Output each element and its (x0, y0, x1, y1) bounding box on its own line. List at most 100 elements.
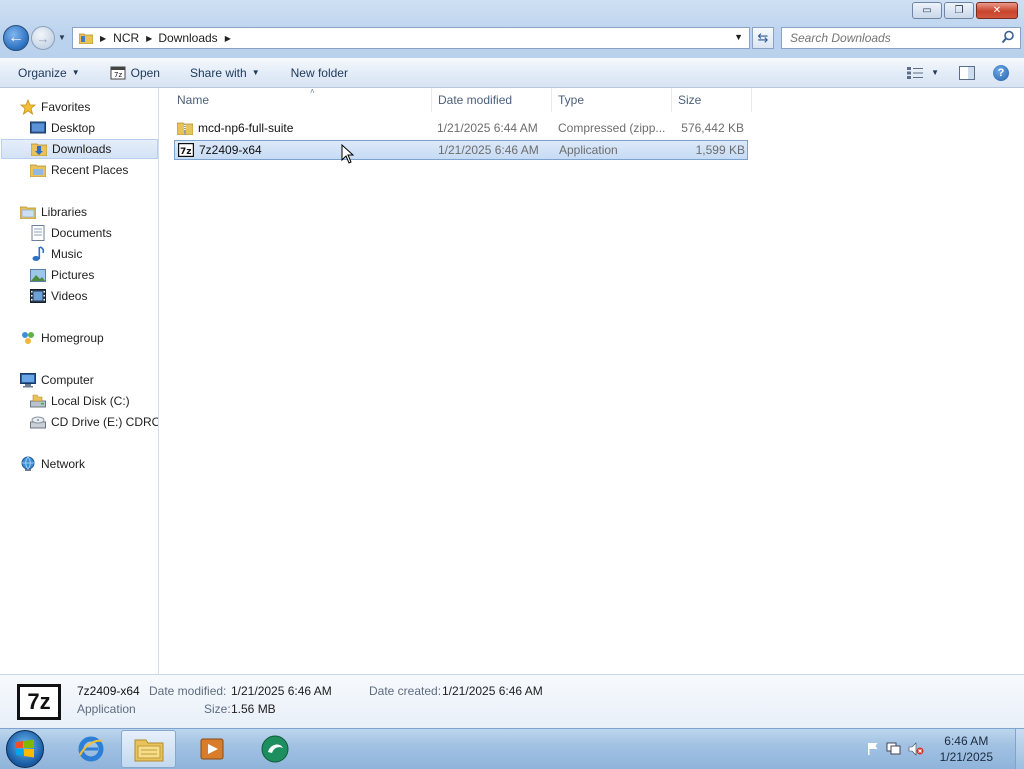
address-bar[interactable]: ▶ NCR ▶ Downloads ▶ ▼ (72, 27, 750, 49)
column-header-date-modified[interactable]: Date modified (432, 88, 552, 112)
computer-icon (20, 372, 36, 388)
nav-label: Homegroup (41, 331, 104, 345)
preview-pane-icon (959, 65, 975, 80)
nav-recent-places[interactable]: Recent Places (0, 160, 128, 180)
column-header-name[interactable]: Name ˄ (171, 87, 432, 112)
new-folder-button[interactable]: New folder (291, 66, 348, 80)
nav-label: Documents (51, 226, 112, 240)
clock[interactable]: 6:46 AM 1/21/2025 (940, 733, 993, 765)
details-date-modified-label: Date modified: (149, 684, 227, 698)
nav-pictures[interactable]: Pictures (0, 265, 94, 285)
address-dropdown-icon[interactable]: ▼ (734, 32, 743, 42)
taskbar-media-player[interactable] (187, 730, 237, 768)
refresh-button[interactable]: ⇆ (752, 27, 774, 49)
breadcrumb-downloads[interactable]: Downloads ▶ (155, 31, 234, 45)
nav-label: Music (51, 247, 83, 261)
close-icon: ✕ (992, 5, 1002, 16)
close-button[interactable]: ✕ (976, 2, 1018, 19)
minimize-button[interactable]: ▭ (912, 2, 942, 19)
breadcrumb-separator-icon[interactable]: ▶ (146, 34, 152, 43)
sort-ascending-icon: ˄ (310, 87, 315, 96)
minimize-icon: ▭ (922, 5, 932, 16)
maximize-button[interactable]: ❐ (944, 2, 974, 19)
share-with-label: Share with (189, 65, 247, 80)
details-date-modified: 1/21/2025 6:46 AM (231, 684, 332, 698)
windows-explorer-icon (134, 739, 163, 762)
nav-desktop[interactable]: Desktop (0, 118, 95, 138)
open-button[interactable]: 7z Open (110, 66, 160, 80)
start-button[interactable] (6, 730, 44, 768)
nav-cd-drive[interactable]: CD Drive (E:) CDROM (0, 412, 159, 432)
taskbar: 6:46 AM 1/21/2025 (0, 728, 1024, 769)
file-row-selected[interactable]: 7z 7z2409-x64 1/21/2025 6:46 AM Applicat… (174, 140, 748, 160)
breadcrumb-separator-icon[interactable]: ▶ (225, 34, 231, 43)
file-name: mcd-np6-full-suite (198, 121, 294, 135)
nav-downloads[interactable]: Downloads (1, 139, 158, 159)
taskbar-internet-explorer[interactable] (66, 730, 116, 768)
network-icon (20, 456, 36, 472)
7zip-installer-icon: 7z (178, 142, 194, 158)
nav-label: Computer (41, 373, 94, 387)
nav-favorites[interactable]: Favorites (0, 97, 90, 117)
taskbar-windows-explorer[interactable] (121, 730, 176, 768)
nav-label: Network (41, 457, 86, 471)
clock-date: 1/21/2025 (939, 750, 993, 764)
window-title-bar: ▭ ❐ ✕ ← → ▼ ▶ NCR ▶ Downloads ▶ ▼ ⇆ (0, 0, 1024, 59)
back-arrow-icon: ← (8, 29, 24, 46)
column-header-type[interactable]: Type (552, 88, 672, 112)
search-icon[interactable] (1001, 30, 1015, 44)
nav-local-disk[interactable]: Local Disk (C:) (0, 391, 130, 411)
column-header-size[interactable]: Size (672, 88, 752, 112)
nav-documents[interactable]: Documents (0, 223, 112, 243)
documents-icon (30, 225, 46, 241)
details-pane: 7z 7z2409-x64 Application Date modified:… (0, 674, 1024, 729)
file-row[interactable]: mcd-np6-full-suite 1/21/2025 6:44 AM Com… (174, 119, 748, 139)
search-input[interactable] (788, 30, 997, 46)
volume-muted-icon[interactable] (908, 742, 924, 756)
share-with-button[interactable]: Share with ▼ (190, 66, 260, 80)
nav-videos[interactable]: Videos (0, 286, 87, 306)
file-size: 576,442 KB (681, 121, 744, 135)
organize-button[interactable]: Organize ▼ (18, 66, 80, 80)
show-desktop-button[interactable] (1015, 729, 1024, 769)
column-label: Type (558, 93, 585, 107)
internet-explorer-icon (78, 736, 104, 762)
action-center-flag-icon[interactable] (866, 742, 880, 756)
music-note-icon (30, 246, 46, 262)
navigation-pane: Favorites Desktop Downloads Recent Place… (0, 88, 159, 674)
change-view-button[interactable] (907, 66, 924, 79)
nav-label: Videos (51, 289, 88, 303)
open-label: Open (130, 65, 160, 80)
details-file-name: 7z2409-x64 (77, 684, 140, 698)
view-options-dropdown[interactable]: ▼ (931, 68, 939, 77)
details-size: 1.56 MB (231, 702, 276, 716)
column-label: Size (678, 93, 702, 107)
recent-pages-dropdown[interactable]: ▼ (58, 33, 66, 42)
taskbar-app-green[interactable] (250, 730, 300, 768)
preview-pane-button[interactable] (959, 65, 975, 80)
svg-text:7z: 7z (180, 147, 192, 157)
organize-label: Organize (18, 65, 67, 80)
mouse-cursor-icon (341, 144, 354, 164)
file-list: Name ˄ Date modified Type Size mcd-np6-f… (159, 87, 1024, 674)
file-size: 1,599 KB (695, 143, 745, 157)
breadcrumb-label: NCR (113, 31, 140, 45)
nav-music[interactable]: Music (0, 244, 82, 264)
breadcrumb-label: Downloads (158, 31, 218, 45)
back-button[interactable]: ← (3, 25, 29, 51)
details-date-created-label: Date created: (369, 684, 442, 698)
downloads-folder-icon (31, 141, 47, 157)
nav-computer[interactable]: Computer (0, 370, 94, 390)
homegroup-icon (20, 330, 36, 346)
breadcrumb-ncr[interactable]: ▶ NCR ▶ (97, 31, 155, 45)
file-name: 7z2409-x64 (199, 143, 262, 157)
open-window-icon: 7z (110, 66, 126, 79)
network-tray-icon[interactable] (886, 742, 902, 756)
nav-homegroup[interactable]: Homegroup (0, 328, 104, 348)
search-box[interactable] (781, 27, 1021, 49)
forward-button[interactable]: → (31, 26, 55, 50)
nav-libraries[interactable]: Libraries (0, 202, 87, 222)
nav-label: CD Drive (E:) CDROM (51, 415, 159, 429)
help-button[interactable]: ? (993, 64, 1009, 81)
nav-network[interactable]: Network (0, 454, 85, 474)
